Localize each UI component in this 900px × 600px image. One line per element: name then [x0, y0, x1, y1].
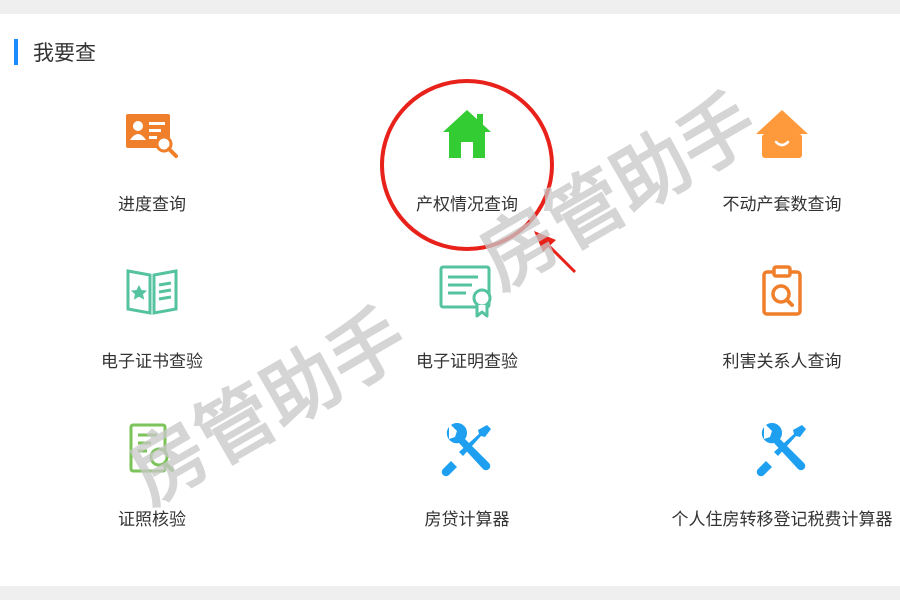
house-box-icon — [752, 104, 812, 164]
license-verify-item[interactable]: 证照核验 — [37, 419, 267, 538]
item-label: 不动产套数查询 — [722, 195, 842, 215]
mortgage-calculator-item[interactable]: 房贷计算器 — [352, 419, 582, 538]
interested-party-query-item[interactable]: 利害关系人查询 — [667, 261, 897, 380]
document-search-icon — [122, 419, 182, 479]
item-label: 进度查询 — [118, 195, 186, 215]
item-label: 电子证明查验 — [416, 352, 518, 372]
certificate-book-icon — [122, 261, 182, 321]
tools-icon — [437, 419, 497, 479]
clipboard-search-icon — [752, 261, 812, 321]
item-label: 电子证书查验 — [101, 352, 203, 372]
house-icon — [437, 104, 497, 164]
property-rights-query-item[interactable]: 产权情况查询 — [352, 104, 582, 223]
e-proof-verify-item[interactable]: 电子证明查验 — [352, 261, 582, 380]
tools-icon — [752, 419, 812, 479]
query-progress-item[interactable]: 进度查询 — [37, 104, 267, 223]
item-label: 个人住房转移登记税费计算器 — [671, 510, 893, 530]
id-card-search-icon — [122, 104, 182, 164]
item-label: 产权情况查询 — [416, 195, 518, 215]
item-label: 房贷计算器 — [424, 510, 510, 530]
property-count-query-item[interactable]: 不动产套数查询 — [667, 104, 897, 223]
section-title: 我要查 — [33, 41, 96, 65]
section-header: 我要查 — [14, 38, 96, 66]
item-label: 证照核验 — [118, 510, 186, 530]
bottom-gap — [0, 586, 900, 600]
section-accent-bar — [14, 39, 18, 65]
item-label: 利害关系人查询 — [722, 352, 842, 372]
certificate-ribbon-icon — [437, 261, 497, 321]
e-certificate-verify-item[interactable]: 电子证书查验 — [37, 261, 267, 380]
transfer-tax-calculator-item[interactable]: 个人住房转移登记税费计算器 — [662, 419, 900, 538]
